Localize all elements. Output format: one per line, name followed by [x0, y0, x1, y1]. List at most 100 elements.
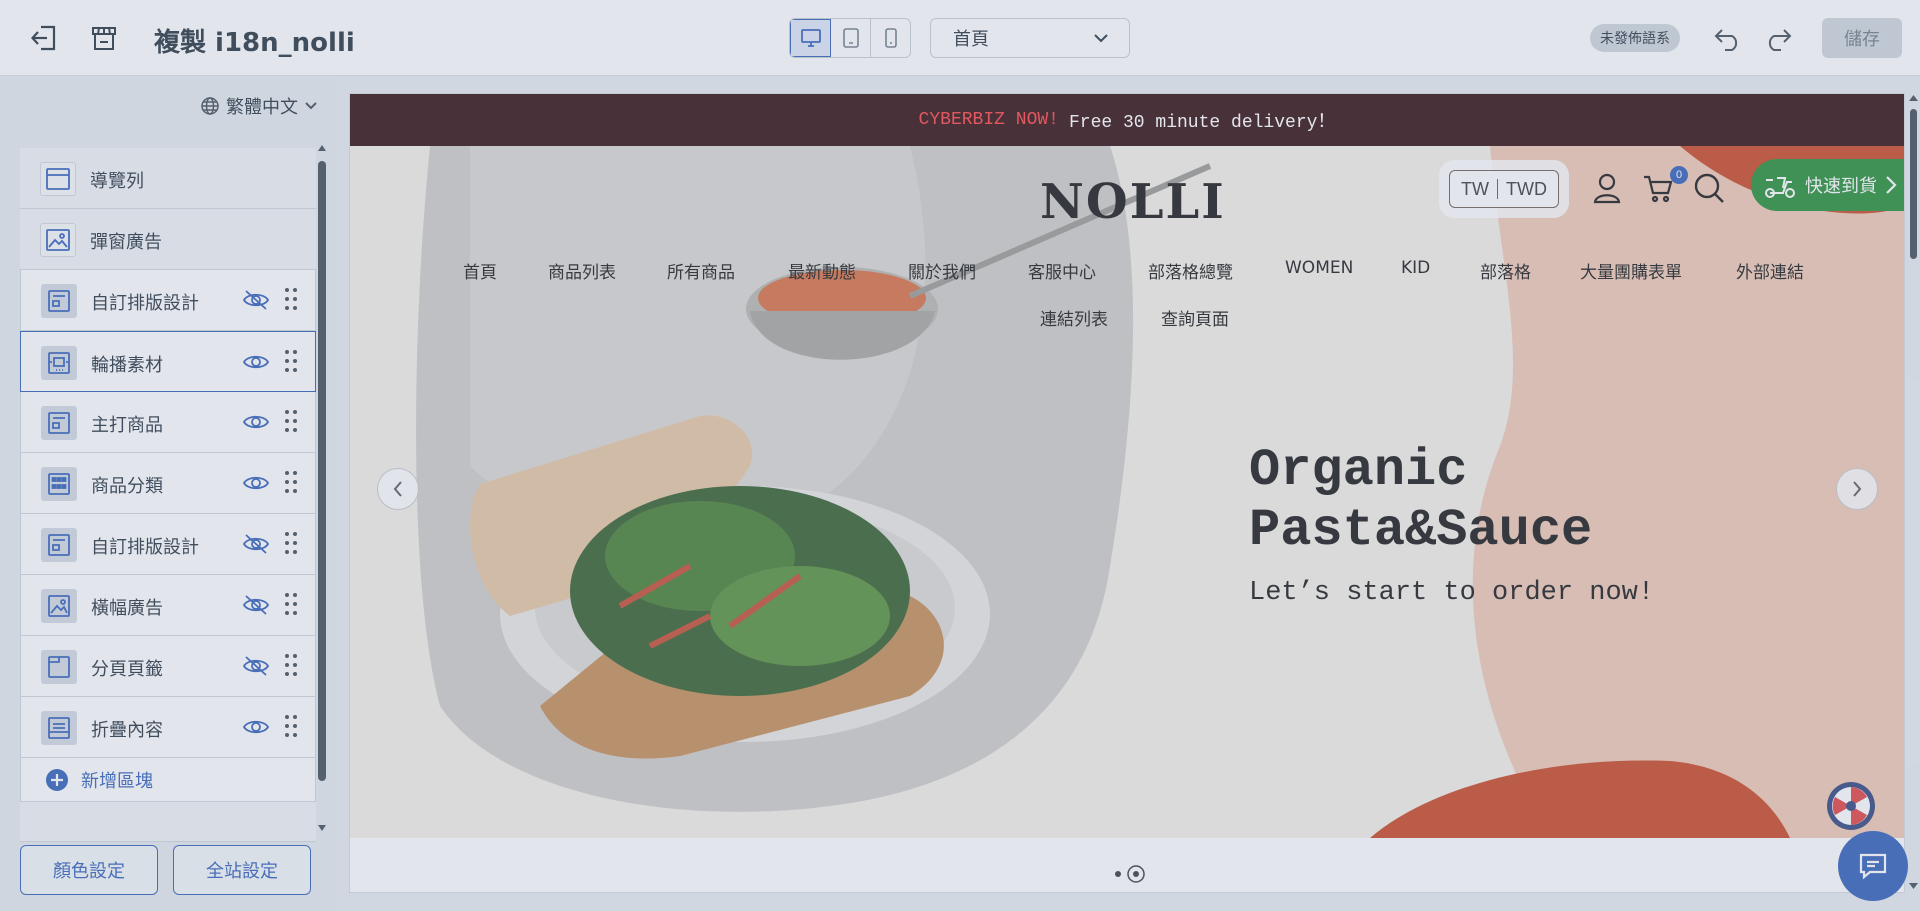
block-list-scroll-thumb[interactable] — [318, 161, 326, 781]
drag-handle-icon[interactable] — [284, 592, 298, 616]
mobile-view-button[interactable] — [871, 19, 910, 57]
language-select[interactable]: 繁體中文 — [200, 93, 318, 119]
preview-scrollbar[interactable] — [1907, 93, 1920, 893]
block-label: 自訂排版設計 — [91, 537, 199, 558]
block-label: 商品分類 — [91, 476, 163, 497]
chevron-down-icon — [1094, 34, 1108, 43]
nav-item[interactable]: 首頁 — [463, 258, 497, 283]
eye-icon[interactable] — [243, 716, 269, 738]
save-button[interactable]: 儲存 — [1822, 18, 1902, 58]
image-block-icon — [41, 589, 77, 623]
block-item-footer[interactable] — [20, 802, 316, 842]
nav-item[interactable]: 部落格 — [1480, 258, 1531, 283]
tablet-icon — [842, 28, 859, 48]
nav-item[interactable]: 最新動態 — [788, 258, 856, 283]
chevron-right-icon — [1853, 481, 1862, 497]
nav-item[interactable]: WOMEN — [1285, 258, 1353, 278]
accordion-block-icon — [41, 711, 77, 745]
tab-block-icon — [41, 650, 77, 684]
currency-selector[interactable]: TW TWD — [1449, 170, 1559, 208]
block-item-accordion[interactable]: 折疊內容 — [20, 697, 316, 758]
block-item-product-categories[interactable]: 商品分類 — [20, 453, 316, 514]
block-label: 彈窗廣告 — [90, 232, 162, 253]
eye-off-icon[interactable] — [243, 655, 269, 677]
pagination-dot[interactable] — [1115, 871, 1121, 877]
drag-handle-icon[interactable] — [284, 653, 298, 677]
pagination-dot-active[interactable] — [1127, 865, 1145, 883]
drag-handle-icon[interactable] — [284, 714, 298, 738]
prize-wheel-icon[interactable] — [1825, 780, 1877, 832]
carousel-block-icon — [41, 346, 77, 380]
hero-title: Organic Pasta&Sauce — [1249, 441, 1592, 561]
block-item-navbar[interactable]: 導覽列 — [20, 148, 316, 209]
carousel-next-button[interactable] — [1836, 468, 1878, 510]
carousel-prev-button[interactable] — [377, 468, 419, 510]
store-icon[interactable] — [88, 22, 120, 54]
block-label: 橫幅廣告 — [91, 598, 163, 619]
block-label: 折疊內容 — [91, 720, 163, 741]
search-icon[interactable] — [1691, 170, 1727, 206]
store-logo[interactable]: NOLLI — [1040, 174, 1226, 230]
currency-divider — [1497, 179, 1498, 199]
drag-handle-icon[interactable] — [284, 287, 298, 311]
announcement-bar: CYBERBIZ NOW! Free 30 minute delivery！ — [350, 94, 1904, 146]
page-select[interactable]: 首頁 — [930, 18, 1130, 58]
block-item-custom-layout-2[interactable]: 自訂排版設計 — [20, 514, 316, 575]
device-switcher — [789, 18, 911, 58]
chat-button[interactable] — [1838, 831, 1908, 901]
undo-icon[interactable] — [1712, 22, 1744, 54]
nav-item[interactable]: 客服中心 — [1028, 258, 1096, 283]
drag-handle-icon[interactable] — [284, 349, 298, 373]
desktop-view-button[interactable] — [790, 19, 831, 57]
block-list: 導覽列 彈窗廣告 自訂排版設計 輪播素材 主打商品 商品分類 自訂排版設計 橫幅… — [20, 148, 316, 885]
nav-item[interactable]: 外部連結 — [1736, 258, 1804, 283]
nav-item[interactable]: 商品列表 — [548, 258, 616, 283]
cart-count-badge: 0 — [1670, 166, 1688, 184]
block-item-tabs[interactable]: 分頁頁籤 — [20, 636, 316, 697]
hero-background-image — [350, 146, 1904, 838]
eye-icon[interactable] — [243, 472, 269, 494]
layout-block-icon — [41, 528, 77, 562]
quick-delivery-label: 快速到貨 — [1805, 176, 1877, 197]
eye-off-icon[interactable] — [243, 594, 269, 616]
image-block-icon — [40, 223, 76, 257]
add-block-button[interactable]: 新增區塊 — [20, 758, 316, 802]
eye-icon[interactable] — [243, 351, 269, 373]
block-item-custom-layout[interactable]: 自訂排版設計 — [20, 270, 316, 331]
user-icon[interactable] — [1589, 170, 1625, 206]
drag-handle-icon[interactable] — [284, 470, 298, 494]
block-item-popup-ad[interactable]: 彈窗廣告 — [20, 209, 316, 270]
nav-item[interactable]: 關於我們 — [908, 258, 976, 283]
block-label: 自訂排版設計 — [91, 293, 199, 314]
drag-handle-icon[interactable] — [284, 531, 298, 555]
block-panel: 繁體中文 導覽列 彈窗廣告 自訂排版設計 輪播素材 主打商品 商品分類 自訂排版… — [0, 77, 336, 911]
page-select-value: 首頁 — [953, 29, 989, 50]
block-item-carousel[interactable]: 輪播素材 — [20, 331, 316, 392]
unpublished-language-badge: 未發佈語系 — [1590, 24, 1680, 52]
quick-delivery-button[interactable]: 快速到貨 — [1751, 159, 1904, 211]
block-item-banner-ad[interactable]: 橫幅廣告 — [20, 575, 316, 636]
exit-icon[interactable] — [28, 22, 60, 54]
scooter-icon — [1765, 177, 1795, 198]
page-title: 複製 i18n_nolli — [154, 28, 355, 58]
hero-title-line: Organic — [1249, 441, 1468, 500]
eye-icon[interactable] — [243, 411, 269, 433]
nav-item[interactable]: 大量團購表單 — [1580, 258, 1682, 283]
currency-code: TWD — [1506, 178, 1547, 199]
nav-item[interactable]: KID — [1401, 258, 1430, 278]
color-settings-button[interactable]: 顏色設定 — [20, 845, 158, 895]
nav-item[interactable]: 連結列表 — [1040, 305, 1108, 330]
redo-icon[interactable] — [1762, 22, 1794, 54]
grid-block-icon — [41, 467, 77, 501]
plus-circle-icon — [46, 768, 68, 791]
nav-item[interactable]: 所有商品 — [667, 258, 735, 283]
eye-off-icon[interactable] — [243, 289, 269, 311]
nav-item[interactable]: 查詢頁面 — [1161, 305, 1229, 330]
tablet-view-button[interactable] — [831, 19, 871, 57]
nav-item[interactable]: 部落格總覽 — [1148, 258, 1233, 283]
site-settings-button[interactable]: 全站設定 — [173, 845, 311, 895]
eye-off-icon[interactable] — [243, 533, 269, 555]
drag-handle-icon[interactable] — [284, 409, 298, 433]
block-item-featured-products[interactable]: 主打商品 — [20, 392, 316, 453]
block-label: 主打商品 — [91, 415, 163, 436]
